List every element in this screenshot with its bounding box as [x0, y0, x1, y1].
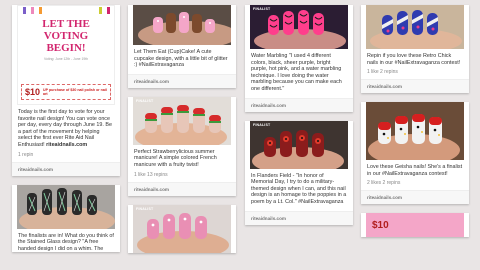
pin-column-2: Let Them Eat (Cup)Cake! A cute cupcake d…: [128, 0, 236, 262]
pin-card-geisha[interactable]: Love these Geisha nails! She's a finalis…: [361, 102, 469, 205]
pin-description: The finalists are in! What do you think …: [18, 232, 114, 252]
coupon-amount: $10: [25, 87, 41, 97]
poppy-nails-image[interactable]: FINALIST: [250, 120, 348, 169]
finalist-badge: FINALIST: [253, 122, 271, 127]
pin-description: Today is the first day to vote for your …: [18, 109, 112, 148]
pin-source-link[interactable]: riteaidnails.com: [245, 210, 353, 225]
pin-stats: 1 repin: [18, 151, 34, 158]
poster-dates: Voting: June 12th - June 19th: [43, 57, 89, 61]
coupon-text: UP purchase of $30 nail polish or nail a…: [43, 87, 107, 96]
pin-source-link[interactable]: riteaidnails.com: [12, 161, 120, 176]
stained-glass-nails-image[interactable]: [17, 184, 115, 229]
pin-description: Let Them Eat (Cup)Cake! A cute cupcake d…: [134, 49, 228, 69]
pin-column-3: FINALIST Water Marbling "I used 4 differ…: [245, 0, 353, 234]
pin-source-link[interactable]: riteaidnails.com: [245, 97, 353, 112]
pin-stats: 1 like 2 repins: [367, 69, 398, 76]
pin-card-marbling[interactable]: FINALIST Water Marbling "I used 4 differ…: [245, 5, 353, 112]
pin-description: In Flanders Field - "In honor of Memoria…: [251, 172, 347, 205]
pin-card-coupon[interactable]: $10: [361, 213, 469, 238]
pin-source-link[interactable]: riteaidnails.com: [128, 73, 236, 88]
geisha-nails-image[interactable]: [366, 102, 464, 161]
pin-card-strawberry[interactable]: FINALIST Perfect Strawberrylicious summe…: [128, 96, 236, 196]
finalist-badge: FINALIST: [136, 98, 154, 103]
pin-description: Water Marbling "I used 4 different color…: [251, 53, 342, 92]
pin-card-voting[interactable]: LET THE VOTING BEGIN! Voting: June 12th …: [12, 5, 120, 176]
pin-description: Perfect Strawberrylicious summer manicur…: [134, 148, 217, 168]
finalist-badge: FINALIST: [253, 7, 271, 11]
cupcake-nails-image[interactable]: [133, 5, 231, 45]
coupon-amount: $10: [372, 219, 389, 231]
pin-description: Love these Geisha nails! She's a finalis…: [367, 164, 463, 177]
pin-column-4: Repin if you love these Retro Chick nail…: [361, 0, 469, 246]
pin-source-link[interactable]: riteaidnails.com: [361, 79, 469, 94]
retro-chick-nails-image[interactable]: [366, 5, 464, 49]
pin-description: Repin if you love these Retro Chick nail…: [367, 53, 461, 66]
pin-card-polka[interactable]: FINALIST: [128, 204, 236, 253]
water-marbling-nails-image[interactable]: FINALIST: [250, 5, 348, 49]
poster-coupon: $10 UP purchase of $30 nail polish or na…: [21, 84, 111, 100]
nail-polish-deco-icon: [23, 7, 110, 14]
pin-card-poppies[interactable]: FINALIST In Flanders Field - "In honor o…: [245, 120, 353, 225]
pin-stats: 1 like 13 repins: [134, 171, 168, 178]
pin-card-retro[interactable]: Repin if you love these Retro Chick nail…: [361, 5, 469, 94]
voting-poster-image[interactable]: LET THE VOTING BEGIN! Voting: June 12th …: [17, 5, 115, 105]
pin-card-cupcake[interactable]: Let Them Eat (Cup)Cake! A cute cupcake d…: [128, 5, 236, 88]
pin-stats: 2 likes 2 repins: [367, 180, 401, 187]
pin-source-link[interactable]: riteaidnails.com: [361, 190, 469, 205]
pin-column-1: LET THE VOTING BEGIN! Voting: June 12th …: [12, 0, 120, 261]
pin-source-link[interactable]: riteaidnails.com: [128, 181, 236, 196]
coupon-image[interactable]: $10: [366, 213, 464, 238]
strawberry-nails-image[interactable]: FINALIST: [133, 96, 231, 145]
polka-nails-image[interactable]: FINALIST: [133, 204, 231, 253]
finalist-badge: FINALIST: [136, 206, 154, 211]
pin-card-stained-glass[interactable]: The finalists are in! What do you think …: [12, 184, 120, 253]
